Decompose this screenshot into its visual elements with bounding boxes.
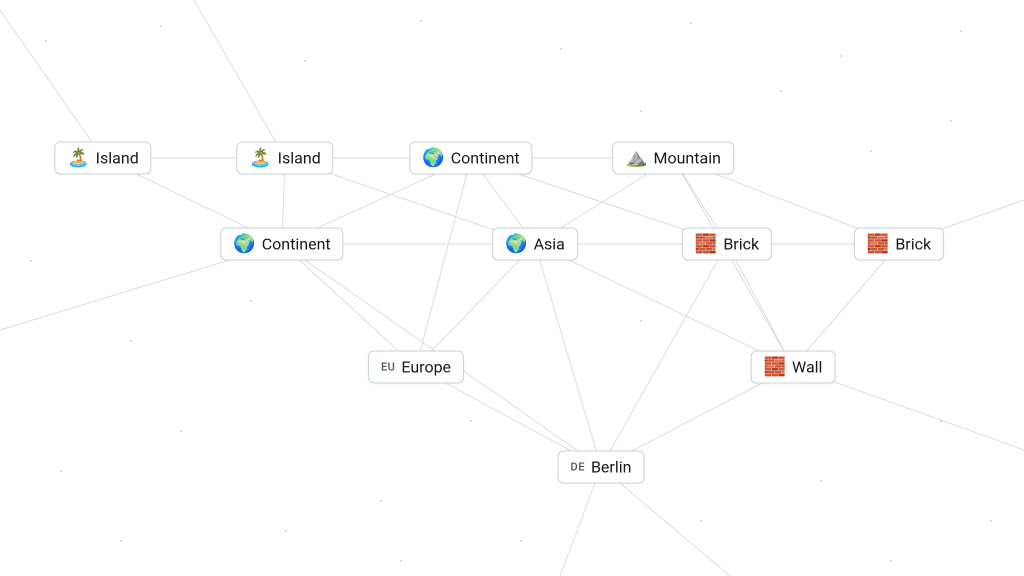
node-asia[interactable]: 🌍 Asia	[492, 228, 578, 261]
node-label: Wall	[792, 358, 822, 377]
edges-layer	[0, 0, 1024, 576]
node-label: Continent	[262, 235, 331, 254]
node-icon: 🧱	[695, 235, 717, 253]
node-prefix: EU	[381, 361, 395, 374]
node-icon: ⛰️	[625, 149, 647, 167]
node-brick-2[interactable]: 🧱 Brick	[854, 228, 944, 261]
node-wall[interactable]: 🧱 Wall	[751, 351, 836, 384]
node-label: Mountain	[654, 149, 721, 168]
graph-canvas[interactable]: 🏝️ Island 🏝️ Island 🌍 Continent ⛰️ Mountain 🌍 Con…	[0, 0, 1024, 576]
node-brick-1[interactable]: 🧱 Brick	[682, 228, 772, 261]
node-island-2[interactable]: 🏝️ Island	[236, 142, 333, 175]
node-icon: 🌍	[505, 235, 527, 253]
node-label: Brick	[723, 235, 759, 254]
node-prefix: DE	[571, 461, 585, 474]
node-icon: 🌍	[233, 235, 255, 253]
node-mountain[interactable]: ⛰️ Mountain	[612, 142, 734, 175]
node-label: Brick	[895, 235, 931, 254]
node-europe[interactable]: EU Europe	[368, 351, 464, 384]
node-berlin[interactable]: DE Berlin	[558, 451, 645, 484]
node-icon: 🧱	[867, 235, 889, 253]
node-label: Europe	[401, 358, 451, 377]
node-icon: 🏝️	[249, 149, 271, 167]
node-label: Island	[96, 149, 139, 168]
node-icon: 🏝️	[67, 149, 89, 167]
node-icon: 🌍	[422, 149, 444, 167]
node-label: Asia	[534, 235, 565, 254]
node-icon: 🧱	[764, 358, 786, 376]
node-island-1[interactable]: 🏝️ Island	[54, 142, 151, 175]
node-continent-2[interactable]: 🌍 Continent	[220, 228, 343, 261]
node-label: Continent	[451, 149, 520, 168]
node-label: Island	[278, 149, 321, 168]
node-label: Berlin	[591, 458, 632, 477]
node-continent-1[interactable]: 🌍 Continent	[409, 142, 532, 175]
